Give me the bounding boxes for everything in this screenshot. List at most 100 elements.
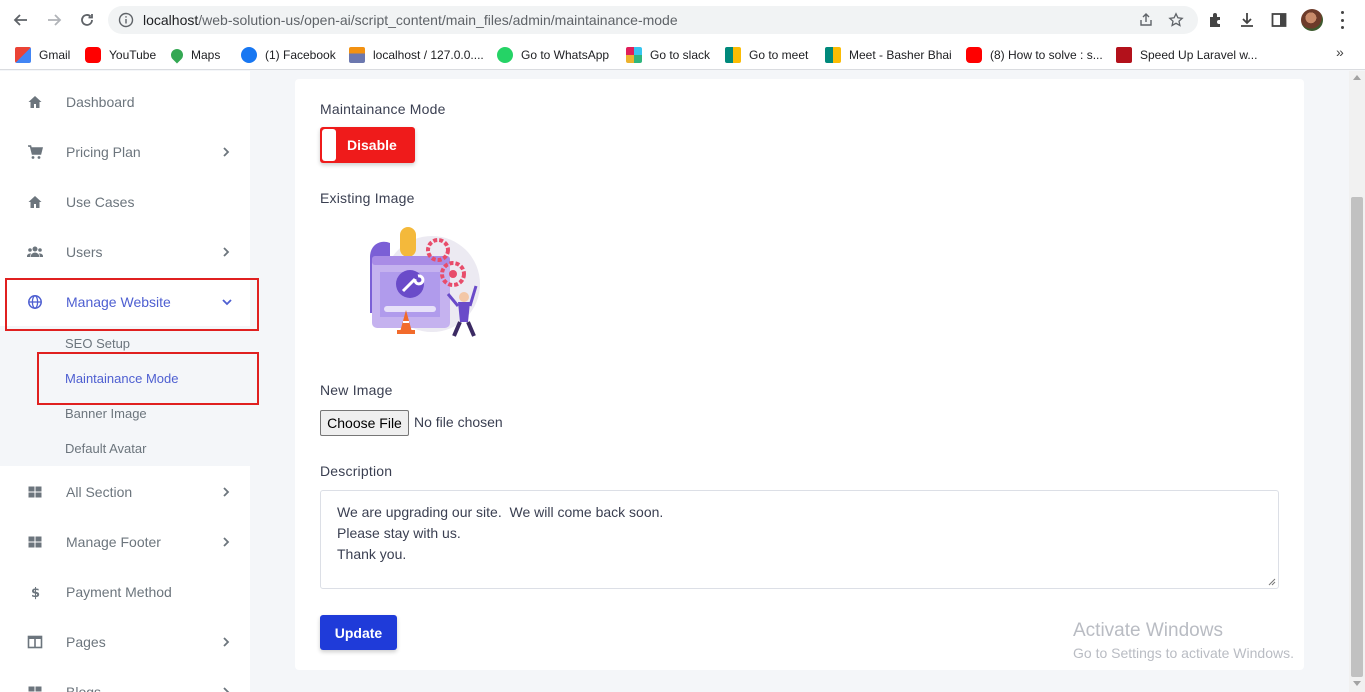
sidebar-item-label: Payment Method xyxy=(66,584,172,600)
toggle-knob xyxy=(322,129,336,161)
bookmark-label: localhost / 127.0.0.... xyxy=(373,48,484,62)
bookmark-whatsapp[interactable]: Go to WhatsApp xyxy=(497,45,609,65)
sidebar-item-pricing-plan[interactable]: Pricing Plan xyxy=(0,127,250,177)
browser-menu-icon[interactable] xyxy=(1338,11,1346,29)
scroll-up-arrow-icon[interactable] xyxy=(1353,75,1361,80)
laravel-icon xyxy=(1116,47,1132,63)
chevron-right-icon xyxy=(223,487,230,497)
sidebar-item-label: Blogs xyxy=(66,684,102,692)
bookmark-youtube[interactable]: YouTube xyxy=(85,45,156,65)
back-button[interactable] xyxy=(10,9,32,31)
url-text: localhost/web-solution-us/open-ai/script… xyxy=(143,12,678,28)
chevron-right-icon xyxy=(223,247,230,257)
choose-file-button[interactable]: Choose File xyxy=(320,410,409,436)
youtube-icon xyxy=(966,47,982,63)
download-icon[interactable] xyxy=(1238,11,1256,29)
sidebar-item-label: Pages xyxy=(66,634,106,650)
sidebar-item-label: All Section xyxy=(66,484,133,500)
meet-icon xyxy=(725,47,741,63)
file-status-text: No file chosen xyxy=(414,414,503,430)
page-scrollbar[interactable] xyxy=(1349,71,1365,692)
sidebar-item-label: Use Cases xyxy=(66,194,135,210)
info-icon[interactable] xyxy=(118,12,134,28)
svg-text:$: $ xyxy=(31,586,40,600)
activate-windows-subtitle: Go to Settings to activate Windows. xyxy=(1073,645,1294,661)
profile-avatar[interactable] xyxy=(1301,9,1323,31)
reload-icon xyxy=(81,14,93,26)
submenu-item-banner-image[interactable]: Banner Image xyxy=(65,406,147,421)
columns-icon xyxy=(27,635,43,649)
bookmark-gmail[interactable]: Gmail xyxy=(15,45,70,65)
bookmark-label: Go to meet xyxy=(749,48,809,62)
bookmark-facebook[interactable]: (1) Facebook xyxy=(241,45,336,65)
whatsapp-icon xyxy=(497,47,513,63)
arrow-right-icon xyxy=(48,14,62,26)
sidebar-item-dashboard[interactable]: Dashboard xyxy=(0,77,250,127)
url-path: /web-solution-us/open-ai/script_content/… xyxy=(198,12,678,28)
bookmarks-bar: Gmail YouTube Maps (1) Facebook localhos… xyxy=(0,40,1365,70)
maintainance-mode-toggle[interactable]: Disable xyxy=(320,127,415,163)
activate-windows-title: Activate Windows xyxy=(1073,620,1223,641)
sidebar-item-payment-method[interactable]: $ Payment Method xyxy=(0,567,250,617)
bookmark-meet-basher[interactable]: Meet - Basher Bhai xyxy=(825,45,952,65)
extensions-icon[interactable] xyxy=(1207,11,1225,29)
bookmark-label: YouTube xyxy=(109,48,157,62)
chevron-right-icon xyxy=(223,637,230,647)
bookmarks-overflow-button[interactable]: » xyxy=(1336,44,1344,60)
sidebar-item-label: Dashboard xyxy=(66,94,135,110)
gmail-icon xyxy=(15,47,31,63)
bookmark-laravel[interactable]: Speed Up Laravel w... xyxy=(1116,45,1257,65)
submenu-item-seo-setup[interactable]: SEO Setup xyxy=(65,336,130,351)
bookmark-label: Speed Up Laravel w... xyxy=(1140,48,1258,62)
chevron-right-icon xyxy=(223,147,230,157)
sidebar-item-users[interactable]: Users xyxy=(0,227,250,277)
bookmark-youtube-how-to[interactable]: (8) How to solve : s... xyxy=(966,45,1103,65)
users-icon xyxy=(27,246,43,257)
existing-image-label: Existing Image xyxy=(320,190,415,206)
description-line: Please stay with us. xyxy=(337,525,461,541)
update-button[interactable]: Update xyxy=(320,615,397,650)
dollar-icon: $ xyxy=(31,586,40,600)
bookmark-meet[interactable]: Go to meet xyxy=(725,45,808,65)
arrow-left-icon xyxy=(13,14,27,26)
grid-icon xyxy=(28,536,42,548)
home-icon xyxy=(28,196,42,208)
bookmark-label: Gmail xyxy=(39,48,71,62)
sidebar-item-manage-footer[interactable]: Manage Footer xyxy=(0,517,250,567)
resize-handle-icon[interactable] xyxy=(1268,578,1276,586)
youtube-icon xyxy=(85,47,101,63)
phpmyadmin-icon xyxy=(349,47,365,63)
grid-icon xyxy=(28,486,42,498)
meet-icon xyxy=(825,47,841,63)
highlight-box-maintainance-mode xyxy=(37,352,259,405)
bookmark-phpmyadmin[interactable]: localhost / 127.0.0.... xyxy=(349,45,484,65)
share-icon[interactable] xyxy=(1138,12,1154,28)
new-image-label: New Image xyxy=(320,382,393,398)
description-textarea[interactable]: We are upgrading our site. We will come … xyxy=(320,490,1279,589)
star-icon[interactable] xyxy=(1168,12,1184,28)
sidebar-item-label: Manage Footer xyxy=(66,534,161,550)
sidebar-item-blogs[interactable]: Blogs xyxy=(0,667,250,692)
sidebar-item-use-cases[interactable]: Use Cases xyxy=(0,177,250,227)
maintenance-illustration xyxy=(370,227,480,337)
home-icon xyxy=(28,96,42,108)
address-bar[interactable]: localhost/web-solution-us/open-ai/script… xyxy=(108,6,1198,34)
maintainance-mode-label: Maintainance Mode xyxy=(320,101,446,117)
sidebar-item-label: Pricing Plan xyxy=(66,144,141,160)
sidebar-item-pages[interactable]: Pages xyxy=(0,617,250,667)
reload-button[interactable] xyxy=(76,9,98,31)
bookmark-maps[interactable]: Maps xyxy=(168,45,221,65)
slack-icon xyxy=(626,47,642,63)
submenu-item-default-avatar[interactable]: Default Avatar xyxy=(65,441,146,456)
bookmark-slack[interactable]: Go to slack xyxy=(626,45,710,65)
bookmark-label: (1) Facebook xyxy=(265,48,336,62)
scroll-down-arrow-icon[interactable] xyxy=(1353,681,1361,686)
facebook-icon xyxy=(241,47,257,63)
side-panel-icon[interactable] xyxy=(1270,11,1288,29)
chevron-right-icon xyxy=(223,537,230,547)
scrollbar-thumb[interactable] xyxy=(1351,197,1363,677)
maps-icon xyxy=(168,46,186,64)
sidebar-item-all-section[interactable]: All Section xyxy=(0,467,250,517)
forward-button[interactable] xyxy=(43,9,65,31)
bookmark-label: Maps xyxy=(191,48,221,62)
